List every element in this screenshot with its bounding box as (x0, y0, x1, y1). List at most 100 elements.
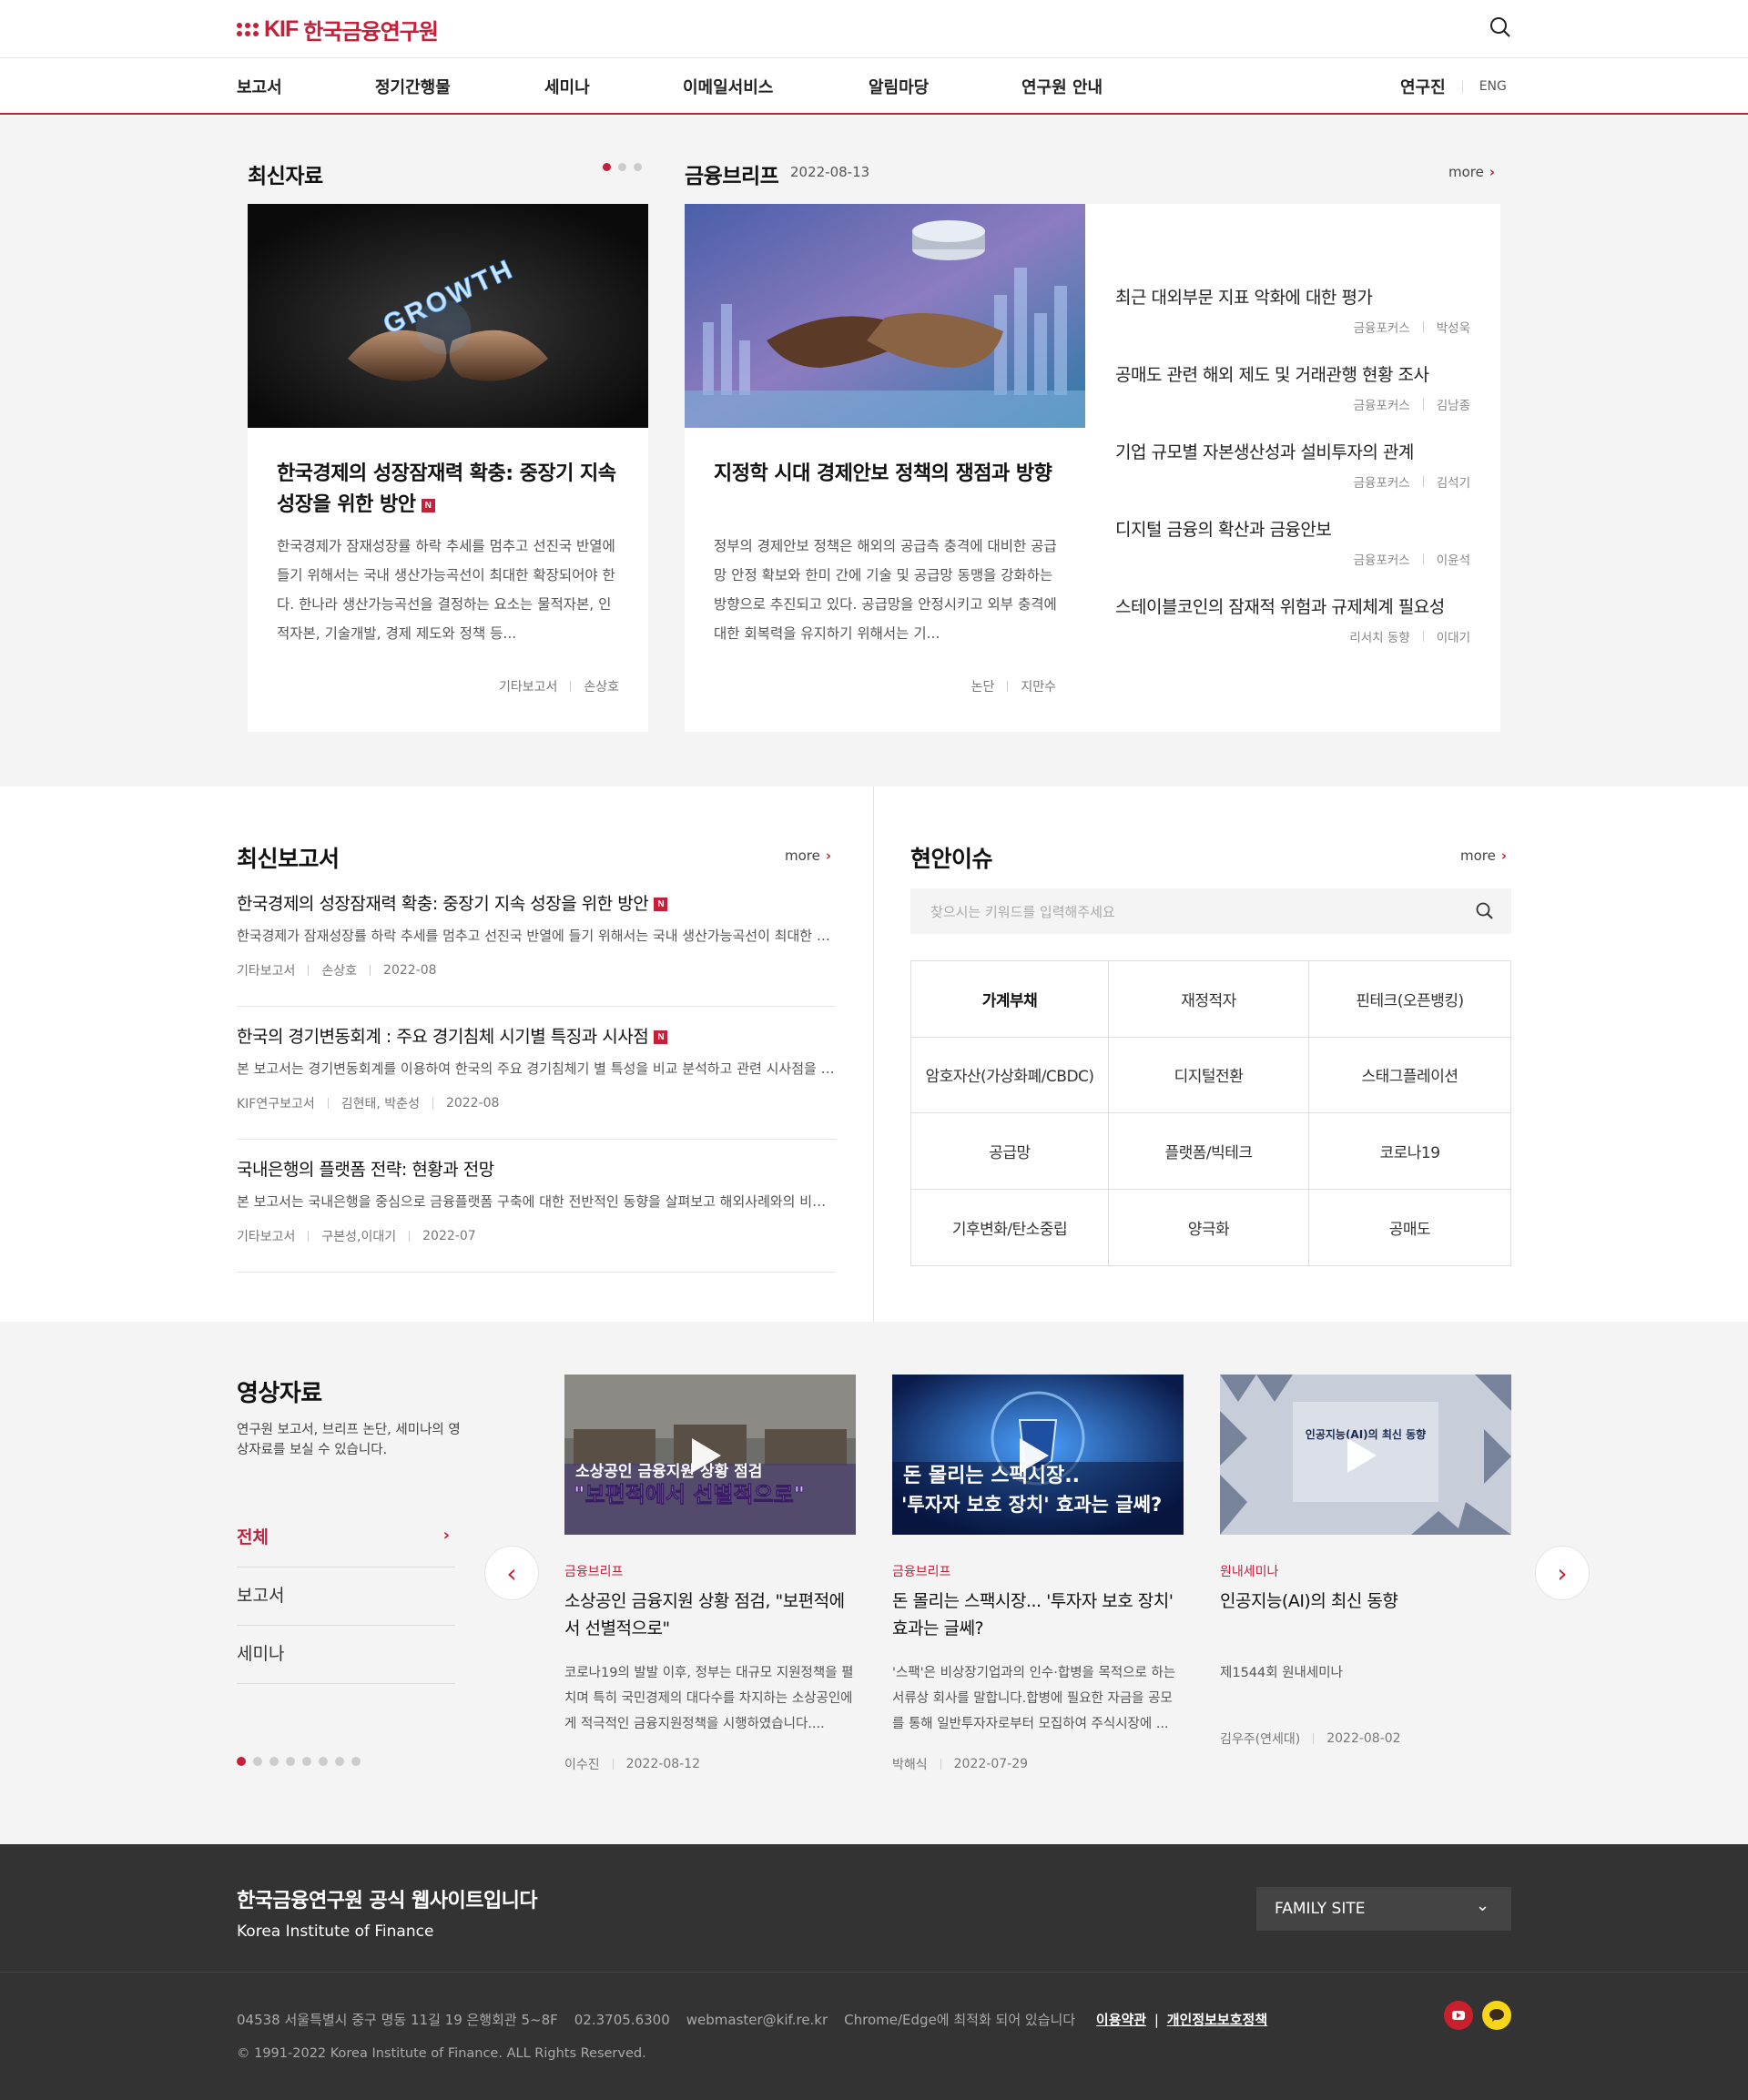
video-card-title[interactable]: 소상공인 금융지원 상황 점검, "보편적에서 선별적으로" (564, 1588, 856, 1642)
terms-link[interactable]: 이용약관 (1096, 2012, 1146, 2028)
keyword-item[interactable]: 공매도 (1309, 1190, 1510, 1266)
svg-text:"보편적에서 선별적으로": "보편적에서 선별적으로" (574, 1482, 805, 1507)
play-icon[interactable] (1020, 1438, 1049, 1473)
video-thumbnail[interactable]: 인공지능(AI)의 최신 동향 (1220, 1375, 1511, 1535)
site-logo[interactable]: KIF 한국금융연구원 (237, 15, 439, 45)
pager-dot[interactable] (269, 1757, 279, 1766)
issues-more-link[interactable]: more › (1460, 847, 1507, 864)
reports-title: 최신보고서 (237, 846, 340, 872)
report-title: 국내은행의 플랫폼 전략: 현황과 전망 (237, 1160, 494, 1180)
keyword-item[interactable]: 가계부채 (911, 961, 1109, 1038)
play-icon[interactable] (1347, 1438, 1377, 1473)
play-icon[interactable] (692, 1438, 721, 1473)
video-card-title[interactable]: 돈 몰리는 스팩시장... '투자자 보호 장치' 효과는 글쎄? (892, 1588, 1184, 1642)
video-card[interactable]: 돈 몰리는 스팩시장.. '투자자 보호 장치' 효과는 글쎄? 금융브리프 돈… (892, 1375, 1184, 1773)
brief-date: 2022-08-13 (790, 164, 870, 180)
svg-text:돈 몰리는 스팩시장..: 돈 몰리는 스팩시장.. (903, 1465, 1080, 1487)
new-badge: N (654, 1030, 668, 1044)
footer: 한국금융연구원 공식 웹사이트입니다 Korea Institute of Fi… (0, 1844, 1748, 2100)
keyword-item[interactable]: 기후변화/탄소중립 (911, 1189, 1109, 1265)
pager-dot[interactable] (351, 1757, 361, 1766)
report-item[interactable]: 한국의 경기변동회계 : 주요 경기침체 시기별 특징과 시사점 N 본 보고서는… (237, 1023, 836, 1140)
family-site-select[interactable]: FAMILY SITE ⌄ (1256, 1887, 1511, 1931)
pager-dot[interactable] (286, 1757, 295, 1766)
pager-dot[interactable] (618, 163, 626, 171)
nav-about[interactable]: 연구원 안내 (1021, 75, 1103, 98)
video-card[interactable]: 인공지능(AI)의 최신 동향 원내세미나 인공지능(AI)의 최신 동향 제1… (1220, 1375, 1511, 1748)
nav-seminar[interactable]: 세미나 (544, 75, 590, 98)
pager-dot[interactable] (302, 1757, 311, 1766)
report-item[interactable]: 국내은행의 플랫폼 전략: 현황과 전망 본 보고서는 국내은행을 중심으로 금… (237, 1156, 836, 1273)
language-eng-link[interactable]: ENG (1479, 79, 1507, 94)
brief-list: 최근 대외부문 지표 악화에 대한 평가 금융포커스 박성욱 공매도 관련 해외 … (1115, 284, 1470, 671)
video-category-report[interactable]: 보고서 (237, 1567, 455, 1626)
nav-staff[interactable]: 연구진 (1400, 75, 1446, 98)
card-meta: 기타보고서 손상호 (499, 677, 619, 695)
brief-list-item[interactable]: 공매도 관련 해외 제도 및 거래관행 현황 조사 금융포커스 김남종 (1115, 361, 1470, 439)
nav-notice[interactable]: 알림마당 (869, 75, 929, 98)
card-description: 한국경제가 잠재성장률 하락 추세를 멈추고 선진국 반열에 들기 위해서는 국… (277, 538, 615, 642)
keyword-item[interactable]: 재정적자 (1109, 961, 1309, 1038)
pager-dot[interactable] (335, 1757, 344, 1766)
nav-email-service[interactable]: 이메일서비스 (683, 75, 773, 98)
video-card-title[interactable]: 인공지능(AI)의 최신 동향 (1220, 1588, 1511, 1642)
youtube-icon[interactable] (1444, 2001, 1473, 2030)
report-desc: 한국경제가 잠재성장률 하락 추세를 멈추고 선진국 반열에 들기 위해서는 국… (237, 928, 836, 944)
nav-reports[interactable]: 보고서 (237, 75, 282, 98)
keyword-item[interactable]: 스태그플레이션 (1309, 1038, 1510, 1113)
chevron-right-icon: › (442, 1526, 450, 1545)
video-category: 금융브리프 (564, 1565, 624, 1579)
privacy-link[interactable]: 개인정보보호정책 (1167, 2012, 1267, 2028)
keyword-item[interactable]: 플랫폼/빅테크 (1109, 1113, 1309, 1190)
video-card[interactable]: 소상공인 금융지원 상황 점검 "보편적에서 선별적으로" 금융브리프 소상공인… (564, 1375, 856, 1773)
search-icon[interactable] (1475, 901, 1495, 921)
keyword-item[interactable]: 핀테크(오픈뱅킹) (1309, 961, 1510, 1038)
report-title: 한국의 경기변동회계 : 주요 경기침체 시기별 특징과 시사점 (237, 1027, 649, 1047)
prev-arrow-button[interactable]: ‹ (484, 1546, 539, 1600)
report-desc: 본 보고서는 경기변동회계를 이용하여 한국의 주요 경기침체기 별 특성을 비… (237, 1060, 836, 1077)
pager-dot-active[interactable] (237, 1757, 246, 1766)
keyword-item[interactable]: 양극화 (1109, 1189, 1309, 1265)
pager-dot-active[interactable] (603, 163, 611, 171)
card-title[interactable]: 한국경제의 성장잠재력 확충: 중장기 지속 성장을 위한 방안 N (277, 459, 623, 521)
logo-mark-icon (237, 22, 259, 36)
divider (0, 1972, 1748, 1973)
card-category: 기타보고서 (498, 680, 558, 695)
nav-periodicals[interactable]: 정기간행물 (375, 75, 451, 98)
brief-list-item[interactable]: 최근 대외부문 지표 악화에 대한 평가 금융포커스 박성욱 (1115, 284, 1470, 361)
new-badge: N (654, 898, 668, 911)
keyword-item[interactable]: 공급망 (911, 1113, 1109, 1190)
pager-dot[interactable] (634, 163, 642, 171)
brief-list-item[interactable]: 기업 규모별 자본생산성과 설비투자의 관계 금융포커스 김석기 (1115, 439, 1470, 516)
brief-list-item[interactable]: 디지털 금융의 확산과 금융안보 금융포커스 이윤석 (1115, 516, 1470, 593)
brief-more-link[interactable]: more › (1448, 164, 1495, 180)
report-item[interactable]: 한국경제의 성장잠재력 확충: 중장기 지속 성장을 위한 방안 N 한국경제가 … (237, 890, 836, 1007)
pager-dot[interactable] (319, 1757, 328, 1766)
pager-dot[interactable] (253, 1757, 262, 1766)
video-thumbnail[interactable]: 돈 몰리는 스팩시장.. '투자자 보호 장치' 효과는 글쎄? (892, 1375, 1184, 1535)
card-author: 손상호 (584, 680, 619, 695)
video-category-all[interactable]: 전체 › (237, 1509, 455, 1567)
search-icon[interactable] (1486, 13, 1515, 42)
brief-card[interactable]: 지정학 시대 경제안보 정책의 쟁점과 방향 정부의 경제안보 정책은 해외의 … (685, 204, 1085, 732)
video-desc: 연구원 보고서, 브리프 논단, 세미나의 영상자료를 보실 수 있습니다. (237, 1423, 461, 1457)
brief-list-item[interactable]: 스테이블코인의 잠재적 위험과 규제체계 필요성 리서치 동향 이대기 (1115, 593, 1470, 671)
brief-card-title[interactable]: 지정학 시대 경제안보 정책의 쟁점과 방향 (714, 459, 1060, 490)
new-badge: N (421, 498, 435, 512)
video-pager (237, 1757, 361, 1766)
video-category-seminar[interactable]: 세미나 (237, 1626, 455, 1684)
brief-title: 금융브리프 (685, 165, 779, 188)
video-thumbnail[interactable]: 소상공인 금융지원 상황 점검 "보편적에서 선별적으로" (564, 1375, 856, 1535)
latest-pager (603, 163, 642, 171)
reports-more-link[interactable]: more › (785, 847, 831, 864)
brief-card-category: 논단 (971, 680, 995, 695)
latest-title: 최신자료 (248, 165, 323, 188)
latest-card[interactable]: GROWTH 한국경제의 성장잠재력 확충: 중장기 지속 성장을 위한 방안 N… (248, 204, 648, 732)
issue-search-input[interactable]: 찾으시는 키워드를 입력해주세요 (910, 888, 1511, 934)
next-arrow-button[interactable]: › (1535, 1546, 1590, 1600)
keyword-item[interactable]: 암호자산(가상화폐/CBDC) (911, 1037, 1109, 1113)
footer-subtitle: Korea Institute of Finance (237, 1922, 434, 1941)
keyword-item[interactable]: 코로나19 (1309, 1113, 1510, 1190)
kakaotalk-icon[interactable] (1482, 2001, 1511, 2030)
keyword-item[interactable]: 디지털전환 (1109, 1037, 1309, 1113)
